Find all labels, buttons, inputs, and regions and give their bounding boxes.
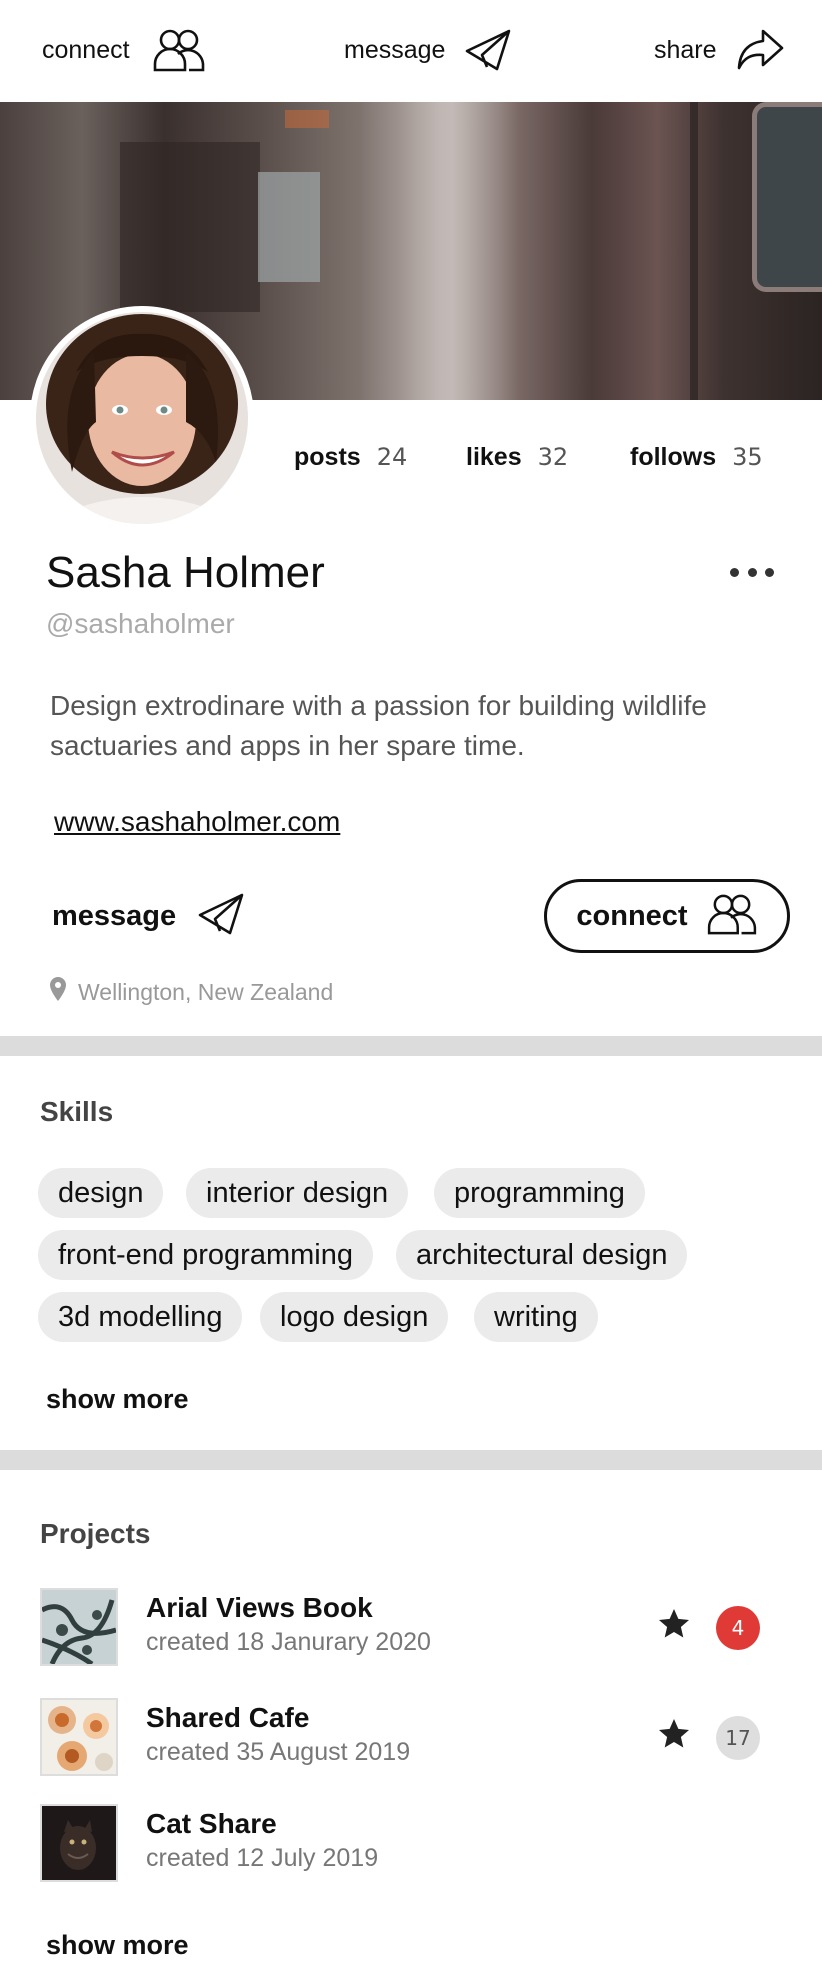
nav-message-button[interactable]: message (344, 22, 511, 78)
project-date: created 12 July 2019 (146, 1844, 379, 1872)
stat-follows[interactable]: follows 35 (630, 443, 763, 472)
skill-chip[interactable]: writing (474, 1292, 598, 1342)
skill-chip[interactable]: programming (434, 1168, 645, 1218)
share-arrow-icon (737, 28, 785, 72)
skill-chip[interactable]: 3d modelling (38, 1292, 243, 1342)
stat-follows-value: 35 (732, 443, 763, 471)
skill-chip[interactable]: logo design (260, 1292, 449, 1342)
profile-website-link[interactable]: www.sashaholmer.com (54, 806, 340, 838)
skill-chip[interactable]: interior design (186, 1168, 409, 1218)
star-icon[interactable] (656, 1606, 692, 1647)
nav-connect-label: connect (42, 35, 130, 64)
project-thumbnail (40, 1698, 118, 1776)
nav-message-label: message (344, 35, 446, 64)
notification-badge: 17 (716, 1716, 760, 1760)
stat-likes-value: 32 (537, 443, 569, 471)
section-divider (0, 1036, 822, 1056)
project-item[interactable]: Arial Views Book created 18 Janurary 202… (40, 1586, 800, 1670)
projects-show-more[interactable]: show more (46, 1930, 189, 1961)
stat-likes[interactable]: likes 32 (466, 443, 568, 472)
avatar[interactable] (30, 306, 254, 530)
project-thumbnail (40, 1588, 118, 1666)
stat-follows-label: follows (630, 443, 717, 471)
project-title: Cat Share (146, 1808, 277, 1839)
more-options-icon[interactable] (730, 552, 774, 592)
stat-posts[interactable]: posts 24 (294, 443, 407, 472)
skills-title: Skills (40, 1096, 114, 1127)
stat-posts-label: posts (294, 443, 361, 471)
stat-posts-value: 24 (376, 443, 408, 471)
project-thumbnail (40, 1804, 118, 1882)
skills-show-more[interactable]: show more (46, 1384, 189, 1415)
nav-share-button[interactable]: share (654, 22, 785, 78)
connect-button-label: connect (576, 899, 688, 932)
profile-handle: @sashaholmer (46, 608, 235, 639)
project-date: created 18 Janurary 2020 (146, 1628, 431, 1656)
top-nav: connect message share (0, 0, 822, 102)
notification-badge: 4 (716, 1606, 760, 1650)
location-pin-icon (50, 977, 66, 1007)
paper-plane-icon (465, 29, 511, 71)
connect-button[interactable]: connect (544, 879, 790, 953)
section-divider (0, 1450, 822, 1470)
message-button-label: message (52, 899, 177, 932)
people-icon (152, 28, 206, 72)
skill-chip[interactable]: architectural design (396, 1230, 688, 1280)
skill-chip[interactable]: front-end programming (38, 1230, 373, 1280)
stat-likes-label: likes (466, 443, 522, 471)
project-title: Arial Views Book (146, 1592, 373, 1623)
nav-share-label: share (654, 35, 717, 64)
nav-connect-button[interactable]: connect (42, 22, 206, 78)
project-item[interactable]: Shared Cafe created 35 August 2019 17 (40, 1696, 800, 1780)
skill-chip[interactable]: design (38, 1168, 164, 1218)
profile-name: Sasha Holmer (46, 548, 325, 597)
project-date: created 35 August 2019 (146, 1738, 411, 1766)
project-item[interactable]: Cat Share created 12 July 2019 (40, 1802, 800, 1886)
star-icon[interactable] (656, 1716, 692, 1757)
projects-title: Projects (40, 1518, 151, 1549)
people-icon (706, 893, 758, 940)
location: Wellington, New Zealand (50, 977, 333, 1007)
message-button[interactable]: message (52, 888, 244, 944)
paper-plane-icon (198, 893, 244, 940)
project-title: Shared Cafe (146, 1702, 310, 1733)
profile-bio: Design extrodinare with a passion for bu… (50, 690, 707, 761)
location-text: Wellington, New Zealand (78, 978, 334, 1005)
